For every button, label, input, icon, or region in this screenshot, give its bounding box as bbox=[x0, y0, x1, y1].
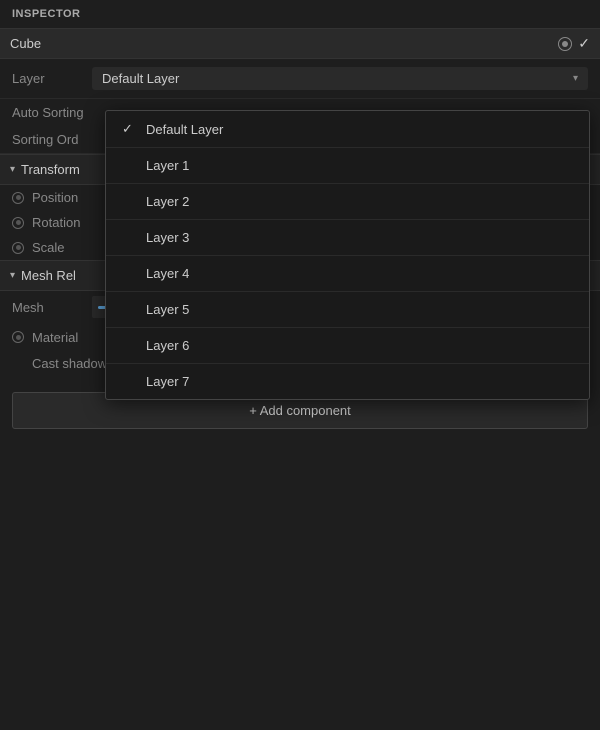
inspector-header: INSPECTOR bbox=[0, 0, 600, 28]
dropdown-item-label-layer3: Layer 3 bbox=[146, 230, 189, 245]
material-label: Material bbox=[32, 330, 112, 345]
dropdown-item-layer2[interactable]: Layer 2 bbox=[106, 184, 589, 220]
inspector-title: INSPECTOR bbox=[12, 8, 80, 20]
dropdown-item-label-layer7: Layer 7 bbox=[146, 374, 189, 389]
dropdown-item-label-layer4: Layer 4 bbox=[146, 266, 189, 281]
dropdown-item-label-layer5: Layer 5 bbox=[146, 302, 189, 317]
object-name-input[interactable] bbox=[10, 36, 558, 51]
auto-sorting-label: Auto Sorting bbox=[12, 105, 84, 120]
dropdown-item-label-layer1: Layer 1 bbox=[146, 158, 189, 173]
layer-selected-text: Default Layer bbox=[102, 71, 179, 86]
add-component-label: + Add component bbox=[249, 403, 351, 418]
dropdown-item-layer6[interactable]: Layer 6 bbox=[106, 328, 589, 364]
dropdown-item-layer7[interactable]: Layer 7 bbox=[106, 364, 589, 399]
object-check-icon[interactable]: ✓ bbox=[578, 35, 590, 52]
object-icons: ✓ bbox=[558, 35, 590, 52]
object-name-row: ✓ bbox=[0, 28, 600, 59]
dropdown-item-layer5[interactable]: Layer 5 bbox=[106, 292, 589, 328]
dropdown-item-label-default: Default Layer bbox=[146, 122, 223, 137]
dropdown-item-layer3[interactable]: Layer 3 bbox=[106, 220, 589, 256]
position-label: Position bbox=[32, 190, 112, 205]
check-icon-default: ✓ bbox=[122, 121, 136, 137]
dropdown-item-layer1[interactable]: Layer 1 bbox=[106, 148, 589, 184]
rotation-icon[interactable] bbox=[12, 217, 24, 229]
layer-row: Layer Default Layer ▾ bbox=[0, 59, 600, 99]
layer-chevron-icon: ▾ bbox=[573, 73, 578, 84]
cast-shadow-label: Cast shadow bbox=[32, 356, 107, 371]
material-icon[interactable] bbox=[12, 331, 24, 343]
dropdown-item-label-layer2: Layer 2 bbox=[146, 194, 189, 209]
mesh-renderer-collapse-arrow[interactable]: ▾ bbox=[10, 270, 15, 281]
inspector-panel: INSPECTOR ✓ Layer Default Layer ▾ Auto S… bbox=[0, 0, 600, 730]
layer-dropdown-menu[interactable]: ✓ Default Layer Layer 1 Layer 2 Layer 3 … bbox=[105, 110, 590, 400]
layer-label: Layer bbox=[12, 71, 92, 86]
dropdown-item-default[interactable]: ✓ Default Layer bbox=[106, 111, 589, 148]
transform-collapse-arrow[interactable]: ▾ bbox=[10, 164, 15, 175]
dropdown-item-layer4[interactable]: Layer 4 bbox=[106, 256, 589, 292]
layer-dropdown[interactable]: Default Layer ▾ bbox=[92, 67, 588, 90]
mesh-label: Mesh bbox=[12, 300, 92, 315]
position-icon[interactable] bbox=[12, 192, 24, 204]
dropdown-item-label-layer6: Layer 6 bbox=[146, 338, 189, 353]
rotation-label: Rotation bbox=[32, 215, 112, 230]
object-target-icon[interactable] bbox=[558, 37, 572, 51]
scale-label: Scale bbox=[32, 240, 112, 255]
scale-icon[interactable] bbox=[12, 242, 24, 254]
